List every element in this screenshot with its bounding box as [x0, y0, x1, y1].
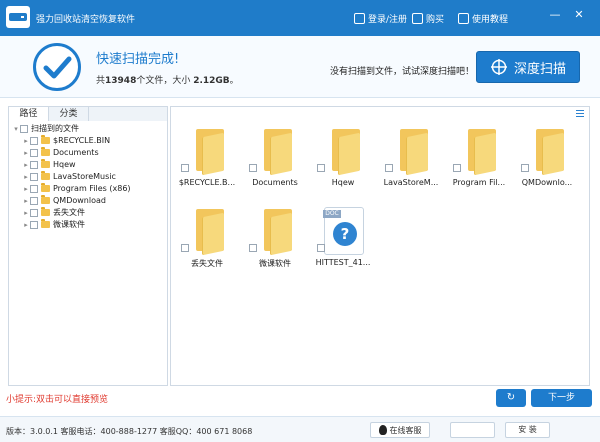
- file-grid: $RECYCLE.B... Documents Hqew LavaStoreM.…: [170, 106, 590, 386]
- view-menu-icon[interactable]: [576, 110, 584, 117]
- folder-item[interactable]: 微课软件: [244, 207, 306, 277]
- back-button[interactable]: ↻: [496, 389, 526, 407]
- collapse-icon[interactable]: ▾: [12, 125, 20, 133]
- expand-icon[interactable]: ▸: [22, 185, 30, 193]
- tree-checkbox[interactable]: [30, 220, 38, 229]
- item-checkbox[interactable]: [181, 164, 189, 172]
- footer-button-one[interactable]: [450, 422, 495, 438]
- tree-checkbox[interactable]: [30, 208, 38, 217]
- item-checkbox[interactable]: [317, 164, 325, 172]
- tree-root[interactable]: ▾ 扫描到的文件: [12, 123, 79, 134]
- folder-icon: [256, 127, 296, 176]
- sidebar-tabs: 路径 分类: [8, 106, 168, 122]
- tree-item[interactable]: ▸ Program Files (x86): [22, 183, 131, 194]
- tree-item[interactable]: ▸ Documents: [22, 147, 99, 158]
- version-contact-info: 版本：3.0.0.1 客服电话：400-888-1277 客服QQ：400 67…: [6, 427, 253, 436]
- expand-icon[interactable]: ▸: [22, 149, 30, 157]
- item-checkbox[interactable]: [249, 244, 257, 252]
- folder-icon: [41, 207, 50, 216]
- item-checkbox[interactable]: [317, 244, 325, 252]
- folder-item[interactable]: QMDownlo...: [516, 127, 578, 197]
- item-checkbox[interactable]: [181, 244, 189, 252]
- item-checkbox[interactable]: [453, 164, 461, 172]
- tree-item[interactable]: ▸ LavaStoreMusic: [22, 171, 116, 182]
- expand-icon[interactable]: ▸: [22, 161, 30, 169]
- tree-item[interactable]: ▸ 丢失文件: [22, 207, 85, 218]
- deep-scan-hint: 没有扫描到文件，试试深度扫描吧！: [330, 67, 475, 77]
- check-circle-icon: [33, 43, 81, 91]
- tree-checkbox[interactable]: [30, 172, 38, 181]
- folder-icon: [256, 207, 296, 256]
- title-bar: 强力回收站清空恢复软件 登录/注册 购买 使用教程 — ✕: [0, 0, 600, 36]
- hard-drive-icon: [9, 13, 27, 21]
- tutorial-link[interactable]: 使用教程: [458, 11, 508, 25]
- folder-item[interactable]: LavaStoreM...: [380, 127, 442, 197]
- tab-path[interactable]: 路径: [9, 107, 49, 121]
- folder-item[interactable]: Documents: [244, 127, 306, 197]
- folder-item[interactable]: $RECYCLE.B...: [176, 127, 238, 197]
- folder-icon: [188, 207, 228, 256]
- folder-icon: [41, 135, 50, 144]
- next-step-button[interactable]: 下一步: [531, 389, 592, 407]
- expand-icon[interactable]: ▸: [22, 173, 30, 181]
- document-item[interactable]: DOC ? HITTEST_41...: [312, 207, 374, 277]
- buy-link[interactable]: 购买: [412, 11, 444, 25]
- qq-icon: [378, 425, 387, 435]
- app-logo: [6, 6, 30, 28]
- expand-icon[interactable]: ▸: [22, 221, 30, 229]
- tree-item[interactable]: ▸ Hqew: [22, 159, 76, 170]
- user-icon: [354, 12, 365, 24]
- item-checkbox[interactable]: [521, 164, 529, 172]
- status-footer: 版本：3.0.0.1 客服电话：400-888-1277 客服QQ：400 67…: [0, 416, 600, 442]
- tree-item[interactable]: ▸ QMDownload: [22, 195, 106, 206]
- book-icon: [458, 12, 469, 24]
- tree-checkbox[interactable]: [30, 136, 38, 145]
- folder-icon: [528, 127, 568, 176]
- tree-checkbox[interactable]: [30, 184, 38, 193]
- expand-icon[interactable]: ▸: [22, 209, 30, 217]
- folder-icon: [41, 171, 50, 180]
- scan-complete-title: 快速扫描完成!: [96, 52, 180, 67]
- tab-category[interactable]: 分类: [49, 107, 89, 121]
- folder-icon: [392, 127, 432, 176]
- tree-checkbox[interactable]: [20, 124, 28, 133]
- close-button[interactable]: ✕: [570, 8, 588, 22]
- scan-summary: 共13948个文件，大小 2.12GB。: [96, 76, 239, 86]
- folder-icon: [460, 127, 500, 176]
- checkmark-icon: [43, 56, 72, 79]
- tree-item[interactable]: ▸ $RECYCLE.BIN: [22, 135, 110, 146]
- folder-item[interactable]: Hqew: [312, 127, 374, 197]
- crosshair-icon: [490, 59, 507, 75]
- folder-icon: [41, 183, 50, 192]
- deep-scan-button[interactable]: 深度扫描: [476, 51, 580, 83]
- minimize-button[interactable]: —: [546, 8, 564, 22]
- folder-tree: ▾ 扫描到的文件 ▸ $RECYCLE.BIN ▸ Documents ▸ Hqew ▸…: [8, 121, 168, 386]
- folder-icon: [41, 195, 50, 204]
- app-title: 强力回收站清空恢复软件: [36, 15, 136, 25]
- tree-checkbox[interactable]: [30, 160, 38, 169]
- install-button[interactable]: 安 装: [505, 422, 550, 438]
- expand-icon[interactable]: ▸: [22, 197, 30, 205]
- item-checkbox[interactable]: [249, 164, 257, 172]
- folder-icon: [41, 219, 50, 228]
- tree-item[interactable]: ▸ 微课软件: [22, 219, 85, 230]
- login-register-link[interactable]: 登录/注册: [354, 11, 407, 25]
- folder-icon: [188, 127, 228, 176]
- preview-tip: 小提示:双击可以直接预览: [6, 395, 109, 405]
- cart-icon: [412, 12, 423, 24]
- tree-checkbox[interactable]: [30, 196, 38, 205]
- unknown-file-icon: DOC ?: [323, 207, 364, 255]
- folder-icon: [41, 159, 50, 168]
- question-mark-icon: ?: [333, 222, 357, 246]
- folder-item[interactable]: Program Fil...: [448, 127, 510, 197]
- expand-icon[interactable]: ▸: [22, 137, 30, 145]
- folder-icon: [324, 127, 364, 176]
- folder-icon: [41, 147, 50, 156]
- online-service-button[interactable]: 在线客服: [370, 422, 430, 438]
- tree-checkbox[interactable]: [30, 148, 38, 157]
- folder-item[interactable]: 丢失文件: [176, 207, 238, 277]
- total-size: 2.12GB: [193, 76, 230, 86]
- file-count: 13948: [105, 76, 137, 86]
- item-checkbox[interactable]: [385, 164, 393, 172]
